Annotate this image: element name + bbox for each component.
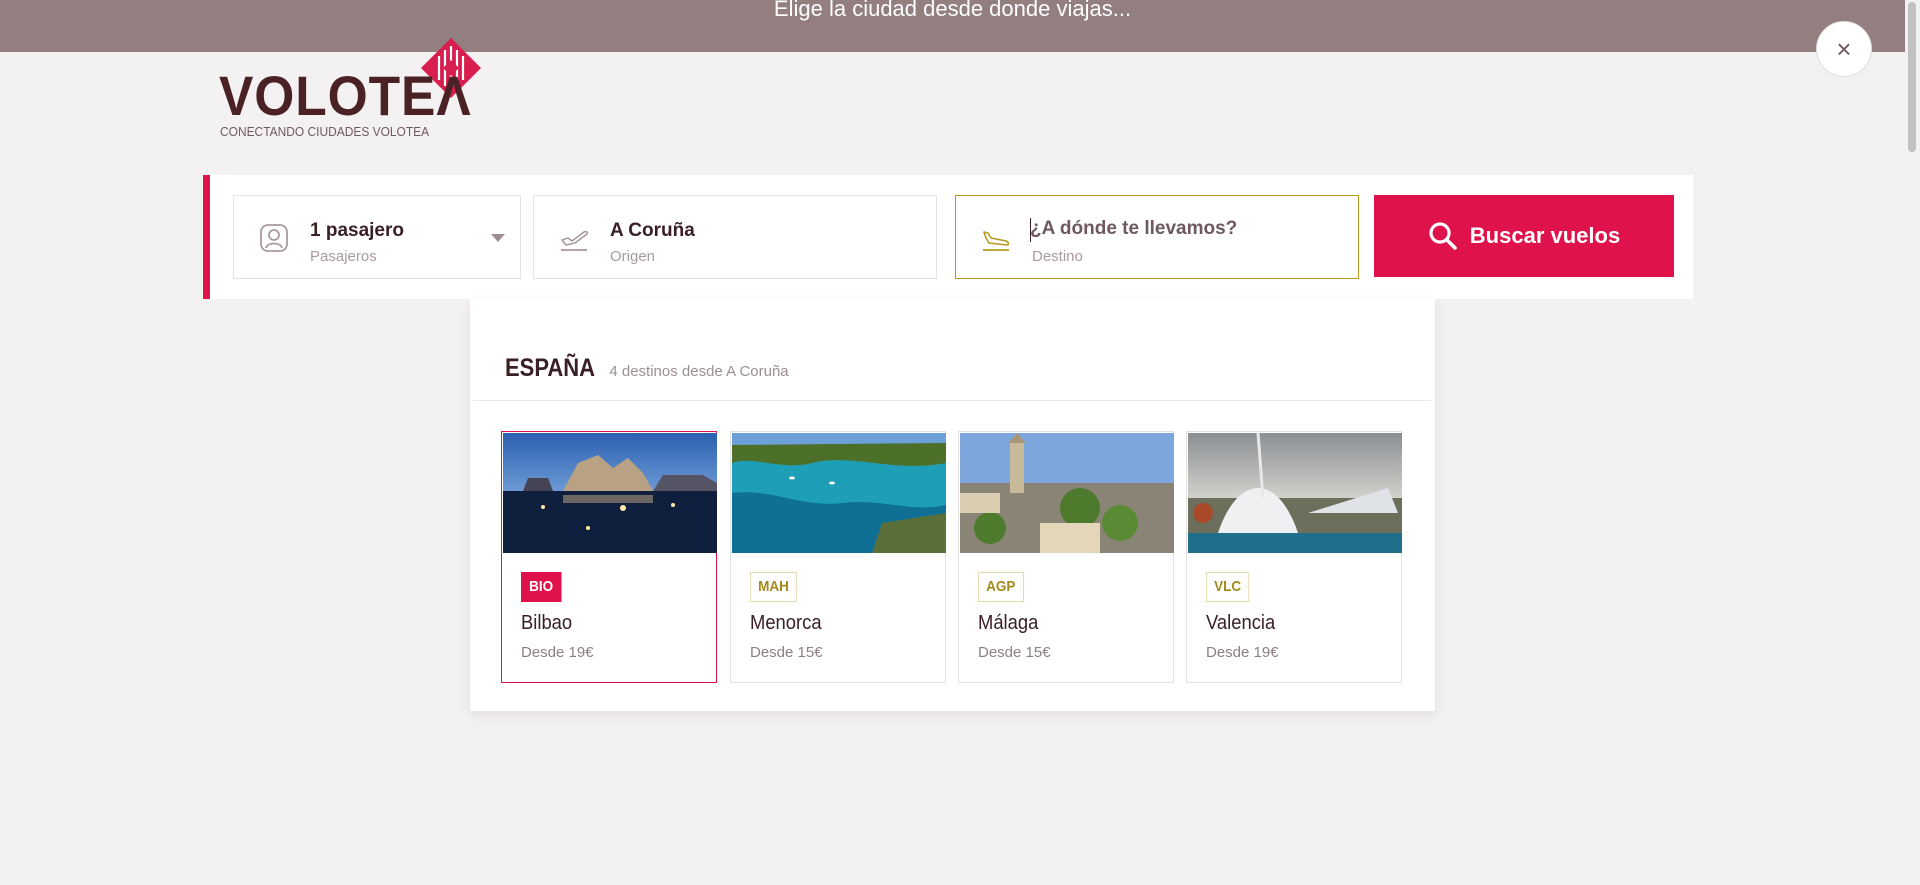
airport-code-badge: VLC bbox=[1206, 572, 1250, 602]
destination-card-valencia[interactable]: VLC Valencia Desde 19€ bbox=[1186, 431, 1402, 683]
volotea-logo[interactable]: VOLOTEΛ CONECTANDO CIUDADES VOLOTEA bbox=[219, 38, 489, 143]
destination-photo-bilbao bbox=[503, 433, 717, 553]
text-caret bbox=[1030, 218, 1031, 242]
airport-code-badge: BIO bbox=[521, 572, 562, 602]
chevron-down-icon bbox=[491, 234, 505, 242]
origin-label: Origen bbox=[610, 248, 656, 265]
destination-photo-malaga bbox=[960, 433, 1174, 553]
top-banner-text: Elige la ciudad desde donde viajas... bbox=[773, 0, 1132, 21]
destination-field[interactable]: Destino bbox=[955, 195, 1359, 279]
destination-label: Destino bbox=[1032, 248, 1083, 265]
divider bbox=[473, 400, 1431, 401]
flight-search-form: 1 pasajero Pasajeros A Coruña Origen Des… bbox=[203, 175, 1693, 299]
search-icon bbox=[1429, 222, 1457, 250]
logo-tagline: CONECTANDO CIUDADES VOLOTEA bbox=[220, 124, 430, 139]
airport-code-badge: AGP bbox=[978, 572, 1024, 602]
takeoff-icon bbox=[561, 230, 589, 251]
destination-card-menorca[interactable]: MAH Menorca Desde 15€ bbox=[730, 431, 946, 683]
destination-price: Desde 19€ bbox=[1206, 644, 1279, 661]
destination-photo-valencia bbox=[1188, 433, 1402, 553]
airport-code-badge: MAH bbox=[750, 572, 797, 602]
region-subtitle: 4 destinos desde A Coruña bbox=[609, 363, 789, 380]
passengers-selector[interactable]: 1 pasajero Pasajeros bbox=[233, 195, 521, 279]
search-button-label: Buscar vuelos bbox=[1469, 223, 1621, 248]
origin-value: A Coruña bbox=[610, 220, 695, 241]
destination-name: Menorca bbox=[750, 612, 822, 634]
destination-name: Valencia bbox=[1206, 612, 1276, 634]
destination-input[interactable] bbox=[1030, 218, 1330, 240]
destination-photo-menorca bbox=[732, 433, 946, 553]
destinations-dropdown: ESPAÑA 4 destinos desde A Coruña BIO Bil… bbox=[470, 299, 1435, 711]
destination-price: Desde 15€ bbox=[978, 644, 1051, 661]
region-header: ESPAÑA 4 destinos desde A Coruña bbox=[505, 354, 789, 383]
region-title: ESPAÑA bbox=[505, 354, 596, 382]
destination-name: Bilbao bbox=[521, 612, 573, 634]
scrollbar-thumb[interactable] bbox=[1908, 2, 1916, 152]
search-flights-button[interactable]: Buscar vuelos bbox=[1374, 195, 1674, 277]
close-icon: × bbox=[1836, 33, 1852, 64]
close-button[interactable]: × bbox=[1816, 21, 1872, 77]
passengers-label: Pasajeros bbox=[310, 248, 377, 265]
passenger-icon bbox=[260, 224, 288, 252]
logo-wordmark: VOLOTEΛ bbox=[219, 64, 472, 127]
passengers-value: 1 pasajero bbox=[310, 220, 404, 241]
destination-price: Desde 19€ bbox=[521, 644, 594, 661]
destination-price: Desde 15€ bbox=[750, 644, 823, 661]
destination-name: Málaga bbox=[978, 612, 1039, 634]
origin-field[interactable]: A Coruña Origen bbox=[533, 195, 937, 279]
landing-icon bbox=[983, 231, 1010, 251]
destination-card-bilbao[interactable]: BIO Bilbao Desde 19€ bbox=[501, 431, 717, 683]
destination-card-malaga[interactable]: AGP Málaga Desde 15€ bbox=[958, 431, 1174, 683]
page-scrollbar[interactable] bbox=[1905, 0, 1920, 885]
